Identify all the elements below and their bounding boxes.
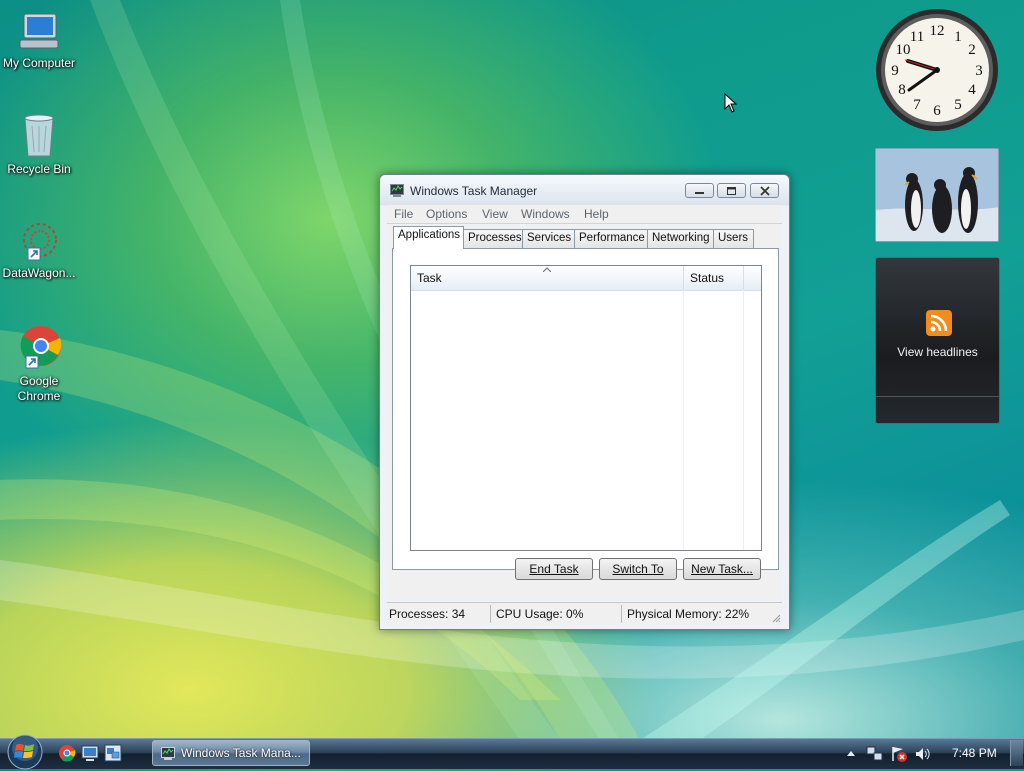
status-cpu-usage: CPU Usage: 0%: [496, 607, 584, 621]
quicklaunch-chrome-icon[interactable]: [58, 744, 76, 762]
chrome-icon: [20, 325, 62, 369]
clock-number: 7: [913, 97, 921, 113]
close-icon: [760, 186, 770, 196]
column-header-label: Status: [690, 271, 725, 285]
tab-services[interactable]: Services: [522, 229, 575, 248]
desktop-icon-label: Recycle Bin: [7, 162, 71, 176]
status-physical-memory: Physical Memory: 22%: [627, 607, 750, 621]
menu-windows[interactable]: Windows: [521, 207, 570, 221]
status-bar: Processes: 34 CPU Usage: 0% Physical Mem…: [387, 602, 782, 625]
maximize-icon: [727, 187, 736, 195]
clock-number: 11: [910, 29, 924, 45]
start-button[interactable]: [6, 733, 44, 771]
recycle-bin-icon: [24, 114, 54, 157]
quicklaunch-show-desktop-icon[interactable]: [81, 744, 99, 762]
menu-help[interactable]: Help: [584, 207, 609, 221]
show-desktop-button[interactable]: [1010, 740, 1023, 766]
clock-number: 10: [896, 42, 911, 58]
sort-arrow-icon: [543, 267, 551, 272]
minimize-icon: [695, 192, 704, 194]
tab-users[interactable]: Users: [713, 229, 754, 248]
desktop-icon-my-computer[interactable]: My Computer: [0, 10, 78, 71]
clock-number: 6: [933, 103, 941, 119]
penguins-image: [876, 149, 998, 241]
slideshow-gadget[interactable]: [875, 148, 999, 242]
column-header-label: Task: [417, 271, 442, 285]
rss-icon: [926, 310, 952, 336]
desktop-icon-google-chrome[interactable]: Google Chrome: [0, 324, 78, 404]
clock-number: 2: [968, 42, 976, 58]
menu-file[interactable]: File: [394, 207, 413, 221]
maximize-button[interactable]: [717, 183, 746, 198]
network-icon[interactable]: [866, 745, 884, 763]
volume-icon[interactable]: [914, 745, 932, 763]
minimize-button[interactable]: [685, 183, 714, 198]
task-manager-app-icon: [390, 184, 404, 197]
menu-view[interactable]: View: [482, 207, 508, 221]
end-task-button[interactable]: End Task: [515, 558, 593, 580]
clock-number: 12: [930, 23, 945, 39]
column-header-status[interactable]: Status: [684, 266, 744, 290]
tab-networking[interactable]: Networking: [647, 229, 714, 248]
resize-grip-icon[interactable]: [771, 613, 781, 623]
clock-number: 3: [975, 63, 983, 79]
clock-number: 4: [968, 82, 976, 98]
clock-number: 9: [891, 63, 899, 79]
feed-headlines-gadget[interactable]: View headlines: [875, 257, 1000, 424]
clock-number: 8: [898, 82, 906, 98]
clock-number: 5: [954, 97, 962, 113]
desktop-icon-recycle-bin[interactable]: Recycle Bin: [0, 112, 78, 177]
applications-panel: Task Status End Task Switch To New Task.…: [392, 248, 779, 580]
task-list-header: Task Status: [411, 266, 761, 291]
desktop-icon-label: DataWagon...: [2, 266, 76, 280]
desktop-icon-label: Google Chrome: [17, 374, 61, 403]
tab-applications[interactable]: Applications: [393, 226, 464, 249]
tab-processes[interactable]: Processes: [463, 229, 523, 248]
task-list[interactable]: Task Status: [410, 265, 762, 551]
new-task-button[interactable]: New Task...: [683, 558, 761, 580]
desktop-icon-datawagon[interactable]: DataWagon...: [0, 220, 78, 281]
menu-bar: File Options View Windows Help: [387, 205, 782, 224]
task-manager-taskbar-icon: [161, 747, 175, 760]
view-headlines-label[interactable]: View headlines: [876, 345, 999, 359]
clock-number: 1: [954, 29, 962, 45]
show-hidden-icons-icon[interactable]: [846, 749, 856, 757]
close-button[interactable]: [750, 183, 779, 198]
task-manager-body: Applications Processes Services Performa…: [387, 224, 782, 599]
desktop-icon-label: My Computer: [2, 56, 76, 70]
action-center-warning-icon[interactable]: [890, 745, 908, 763]
window-title: Windows Task Manager: [410, 184, 538, 198]
mouse-cursor-icon: [724, 93, 738, 113]
menu-options[interactable]: Options: [426, 207, 467, 221]
switch-to-button[interactable]: Switch To: [599, 558, 677, 580]
datawagon-icon: [23, 223, 57, 261]
clock-gadget[interactable]: 12 1 2 3 4 5 6 7 8 9 10 11: [875, 8, 999, 132]
taskbar-button-label: Windows Task Mana...: [181, 746, 301, 760]
tab-performance[interactable]: Performance: [574, 229, 648, 248]
status-processes: Processes: 34: [389, 607, 466, 621]
clock-time[interactable]: 7:48 PM: [952, 746, 997, 760]
quicklaunch-switch-windows-icon[interactable]: [104, 744, 122, 762]
title-bar[interactable]: Windows Task Manager: [380, 175, 789, 205]
task-manager-window[interactable]: Windows Task Manager File Options View W…: [379, 174, 790, 630]
computer-icon: [19, 13, 59, 49]
taskbar-button-task-manager[interactable]: Windows Task Mana...: [152, 740, 310, 766]
